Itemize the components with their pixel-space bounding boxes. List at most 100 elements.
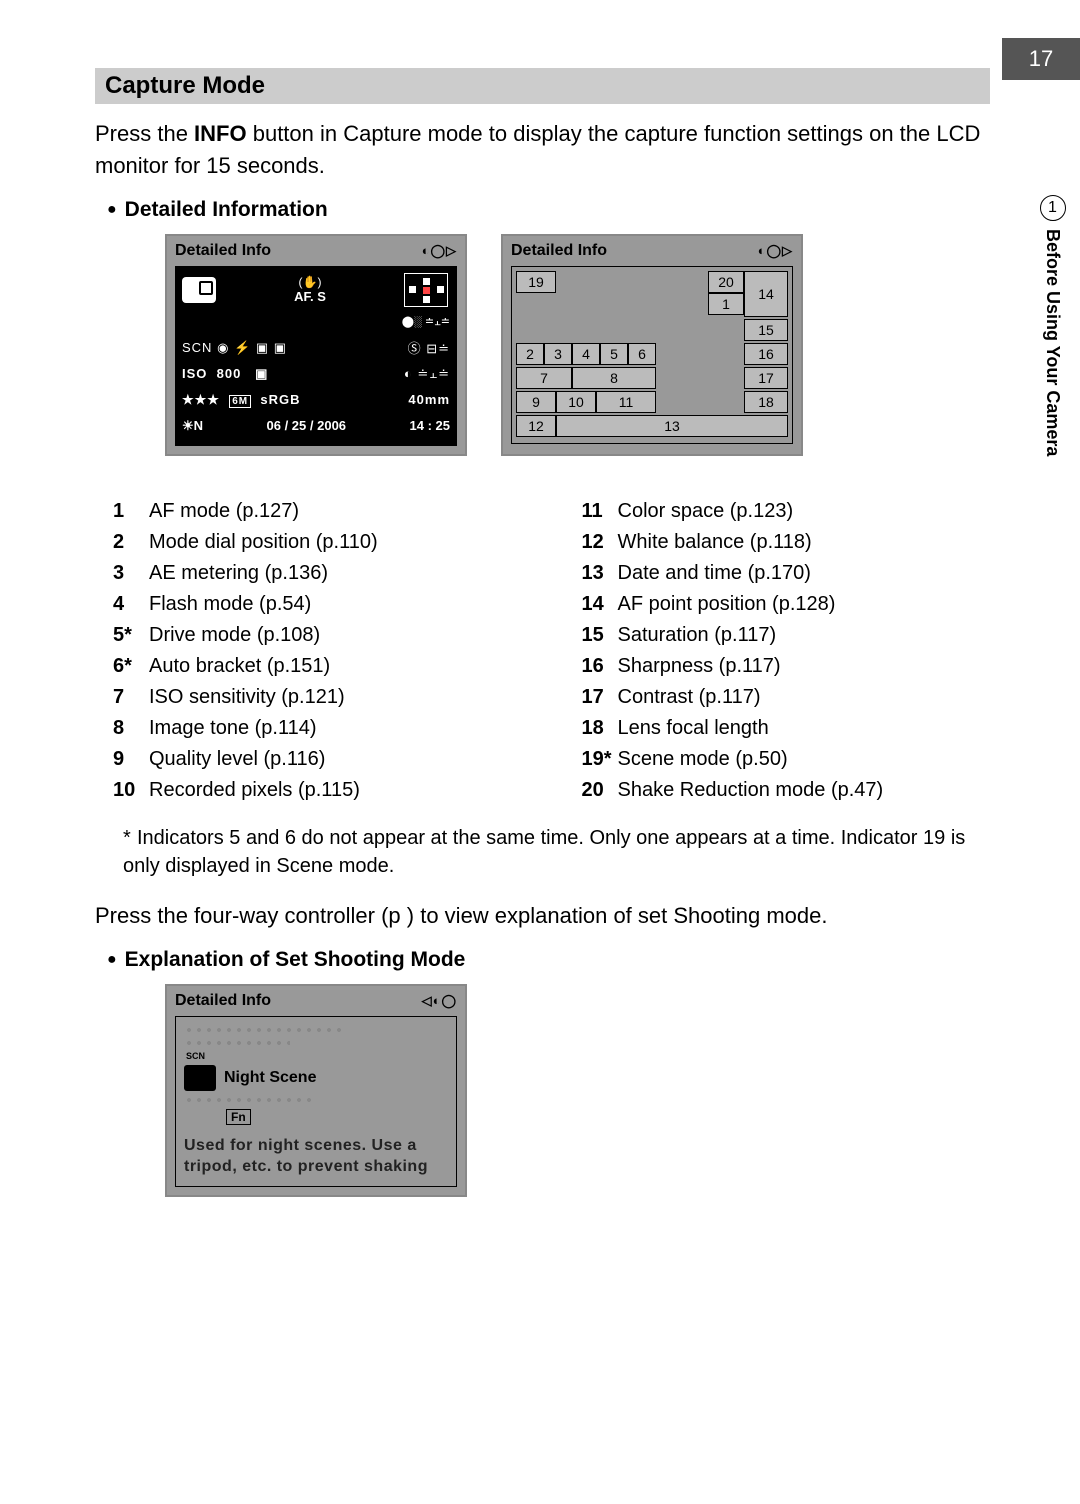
lcd-shooting-mode: Detailed Info ◁◐◯ SCN Night Scene Fn Use… [165,984,467,1197]
night-scene-icon [184,1065,216,1091]
legend-number: 5* [113,620,149,651]
cell-2: 2 [516,343,544,365]
legend-text: Sharpness (p.117) [618,651,781,682]
lcd2-sr-icon: ◐◯▷ [758,243,793,259]
quality-stars: ★★★ [182,392,220,407]
cell-10: 10 [556,391,596,413]
info-button-label: INFO [194,121,247,146]
legend-number: 12 [582,527,618,558]
legend-item: 1AF mode (p.127) [113,496,522,527]
cell-17: 17 [744,367,788,389]
fn-button-label: Fn [226,1109,251,1125]
cell-4: 4 [572,343,600,365]
iso-value: 800 [217,366,242,381]
legend-item: 16Sharpness (p.117) [582,651,991,682]
legend-text: Shake Reduction mode (p.47) [618,775,884,806]
footnote: *Indicators 5 and 6 do not appear at the… [123,824,990,880]
legend-number: 6* [113,651,149,682]
scn-label: SCN [182,340,212,355]
legend-text: Saturation (p.117) [618,620,777,651]
legend-number: 11 [582,496,618,527]
cell-12: 12 [516,415,556,437]
cell-13: 13 [556,415,788,437]
legend-text: Mode dial position (p.110) [149,527,378,558]
lcd-indicator-map: Detailed Info ◐◯▷ 19 20 1 14 [501,234,803,456]
focal-length: 40mm [408,392,450,407]
cell-3: 3 [544,343,572,365]
contrast-indicator: ◐ ≐⫠≐ [404,366,450,382]
legend-number: 9 [113,744,149,775]
lcd3-title: Detailed Info [175,992,271,1010]
legend-item: 4Flash mode (p.54) [113,589,522,620]
legend-text: Flash mode (p.54) [149,589,311,620]
legend-text: White balance (p.118) [618,527,812,558]
legend-item: 15Saturation (p.117) [582,620,991,651]
legend-text: AE metering (p.136) [149,558,328,589]
dotted-line [184,1038,290,1048]
hand-icon: (✋) [294,275,326,289]
legend-number: 10 [113,775,149,806]
dotted-line [184,1095,316,1105]
legend-item: 8Image tone (p.114) [113,713,522,744]
page-number: 17 [1002,38,1080,80]
cell-6: 6 [628,343,656,365]
legend-item: 17Contrast (p.117) [582,682,991,713]
legend-text: Contrast (p.117) [618,682,761,713]
dotted-line [184,1025,342,1035]
lcd3-nav-icon: ◁◐◯ [422,993,457,1009]
legend-item: 10Recorded pixels (p.115) [113,775,522,806]
indicator-legend: 1AF mode (p.127)2Mode dial position (p.1… [113,496,990,806]
legend-number: 2 [113,527,149,558]
scn-label: SCN [186,1051,448,1061]
legend-item: 5*Drive mode (p.108) [113,620,522,651]
saturation-indicator: ⬤░ ≐⫠≐ [182,311,450,333]
legend-item: 19*Scene mode (p.50) [582,744,991,775]
legend-item: 2Mode dial position (p.110) [113,527,522,558]
legend-item: 14AF point position (p.128) [582,589,991,620]
megapixels: 6M [229,395,251,408]
legend-item: 18Lens focal length [582,713,991,744]
legend-number: 4 [113,589,149,620]
legend-number: 17 [582,682,618,713]
cell-8: 8 [572,367,656,389]
cell-19: 19 [516,271,556,293]
legend-item: 9Quality level (p.116) [113,744,522,775]
lcd2-title: Detailed Info [511,242,607,260]
chapter-tab: 1 Before Using Your Camera [1025,195,1080,456]
lcd-detailed-info: Detailed Info ◐◯▷ (✋) AF. S ⬤░ ≐⫠≐ [165,234,467,456]
legend-text: AF mode (p.127) [149,496,299,527]
legend-text: Date and time (p.170) [618,558,811,589]
lcd1-sr-icon: ◐◯▷ [422,243,457,259]
af-mode-label: AF. S [294,289,326,304]
legend-text: Color space (p.123) [618,496,794,527]
chapter-label: Before Using Your Camera [1042,229,1063,456]
section-title: Capture Mode [95,68,990,104]
legend-item: 13Date and time (p.170) [582,558,991,589]
legend-number: 18 [582,713,618,744]
legend-number: 16 [582,651,618,682]
chapter-number: 1 [1040,195,1066,221]
legend-text: Image tone (p.114) [149,713,317,744]
legend-item: 6*Auto bracket (p.151) [113,651,522,682]
legend-number: 1 [113,496,149,527]
cell-14: 14 [744,271,788,317]
legend-text: Scene mode (p.50) [618,744,788,775]
white-balance: N [194,418,203,433]
cell-18: 18 [744,391,788,413]
legend-number: 19* [582,744,618,775]
legend-item: 20Shake Reduction mode (p.47) [582,775,991,806]
legend-number: 3 [113,558,149,589]
legend-number: 8 [113,713,149,744]
subhead-detailed-info: Detailed Information [107,198,990,222]
legend-item: 12White balance (p.118) [582,527,991,558]
legend-number: 7 [113,682,149,713]
legend-text: Drive mode (p.108) [149,620,320,651]
cell-15: 15 [744,319,788,341]
intro-text: Press the INFO button in Capture mode to… [95,118,990,182]
cell-9: 9 [516,391,556,413]
scene-mode-name: Night Scene [224,1069,316,1087]
cell-20: 20 [708,271,744,293]
legend-item: 7ISO sensitivity (p.121) [113,682,522,713]
legend-text: AF point position (p.128) [618,589,836,620]
legend-item: 11Color space (p.123) [582,496,991,527]
